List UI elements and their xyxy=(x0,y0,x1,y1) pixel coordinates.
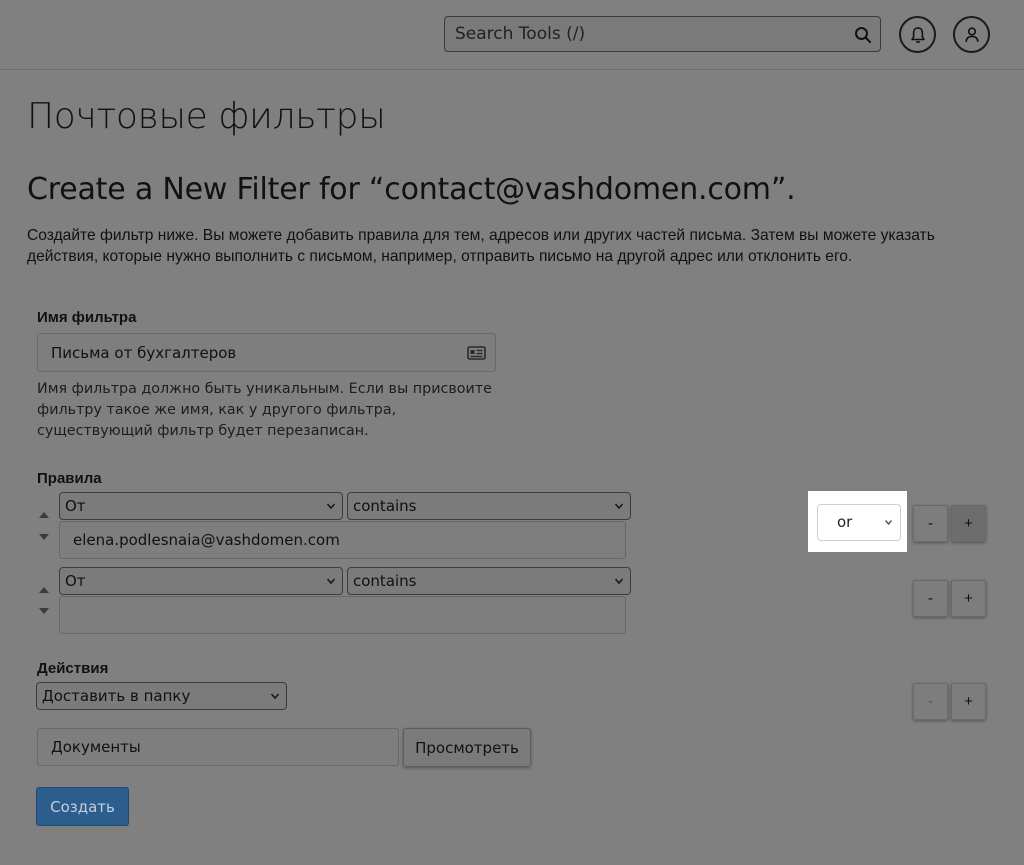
rule-1-remove-button[interactable]: - xyxy=(913,505,948,542)
contact-card-icon xyxy=(467,346,486,360)
bell-icon xyxy=(910,26,925,43)
page-description: Создайте фильтр ниже. Вы можете добавить… xyxy=(27,227,935,265)
action-add-button[interactable]: + xyxy=(951,683,986,720)
rule-2-value-field[interactable] xyxy=(59,596,626,634)
action-remove-button[interactable]: - xyxy=(913,683,948,720)
page-title: Почтовые фильтры xyxy=(27,96,386,137)
rule-1-field-select[interactable]: От xyxy=(59,492,343,520)
chevron-down-icon xyxy=(614,578,624,585)
user-menu-button[interactable] xyxy=(953,16,990,53)
move-rule-up-icon[interactable] xyxy=(38,511,50,519)
rule-1-operator-select[interactable]: contains xyxy=(347,492,631,520)
action-select[interactable]: Доставить в папку xyxy=(36,682,287,710)
folder-field[interactable] xyxy=(37,728,399,766)
rule-1-value-field[interactable] xyxy=(59,521,626,559)
rule-1-operator-value: contains xyxy=(353,497,417,515)
search-input[interactable] xyxy=(446,18,841,50)
top-bar xyxy=(0,0,1024,70)
rule-1-add-button[interactable]: + xyxy=(951,505,986,542)
filter-name-input[interactable] xyxy=(38,334,495,371)
rule-2-field-value: От xyxy=(65,572,86,590)
chevron-down-icon xyxy=(326,578,336,585)
rules-label: Правила xyxy=(37,470,102,487)
connector-highlight: or xyxy=(808,491,907,552)
rule-2-value-input[interactable] xyxy=(60,597,625,633)
move-rule-up-icon[interactable] xyxy=(38,586,50,594)
action-value: Доставить в папку xyxy=(42,687,191,705)
move-rule-down-icon[interactable] xyxy=(38,607,50,615)
page-subtitle: Create a New Filter for “contact@vashdom… xyxy=(27,172,796,207)
browse-button[interactable]: Просмотреть xyxy=(403,728,531,767)
notifications-button[interactable] xyxy=(899,16,936,53)
filter-name-label: Имя фильтра xyxy=(37,309,137,326)
create-button[interactable]: Создать xyxy=(36,787,129,826)
actions-label: Действия xyxy=(37,660,109,677)
move-rule-down-icon[interactable] xyxy=(38,533,50,541)
filter-name-help: Имя фильтра должно быть уникальным. Если… xyxy=(37,381,492,439)
rule-1-field-value: От xyxy=(65,497,86,515)
search-box[interactable] xyxy=(444,16,881,52)
chevron-down-icon xyxy=(884,520,893,526)
rule-1-value-input[interactable] xyxy=(60,522,625,558)
rule-2-add-button[interactable]: + xyxy=(951,580,986,617)
chevron-down-icon xyxy=(614,503,624,510)
search-icon[interactable] xyxy=(854,26,872,44)
rule-connector-select[interactable]: or xyxy=(817,504,901,541)
chevron-down-icon xyxy=(326,503,336,510)
rule-2-operator-select[interactable]: contains xyxy=(347,567,631,595)
folder-input[interactable] xyxy=(38,729,398,765)
rule-2-operator-value: contains xyxy=(353,572,417,590)
filter-name-field[interactable] xyxy=(37,333,496,372)
rule-2-remove-button[interactable]: - xyxy=(913,580,948,617)
rule-2-field-select[interactable]: От xyxy=(59,567,343,595)
user-icon xyxy=(964,26,979,42)
chevron-down-icon xyxy=(270,693,280,700)
rule-connector-value: or xyxy=(837,513,853,531)
